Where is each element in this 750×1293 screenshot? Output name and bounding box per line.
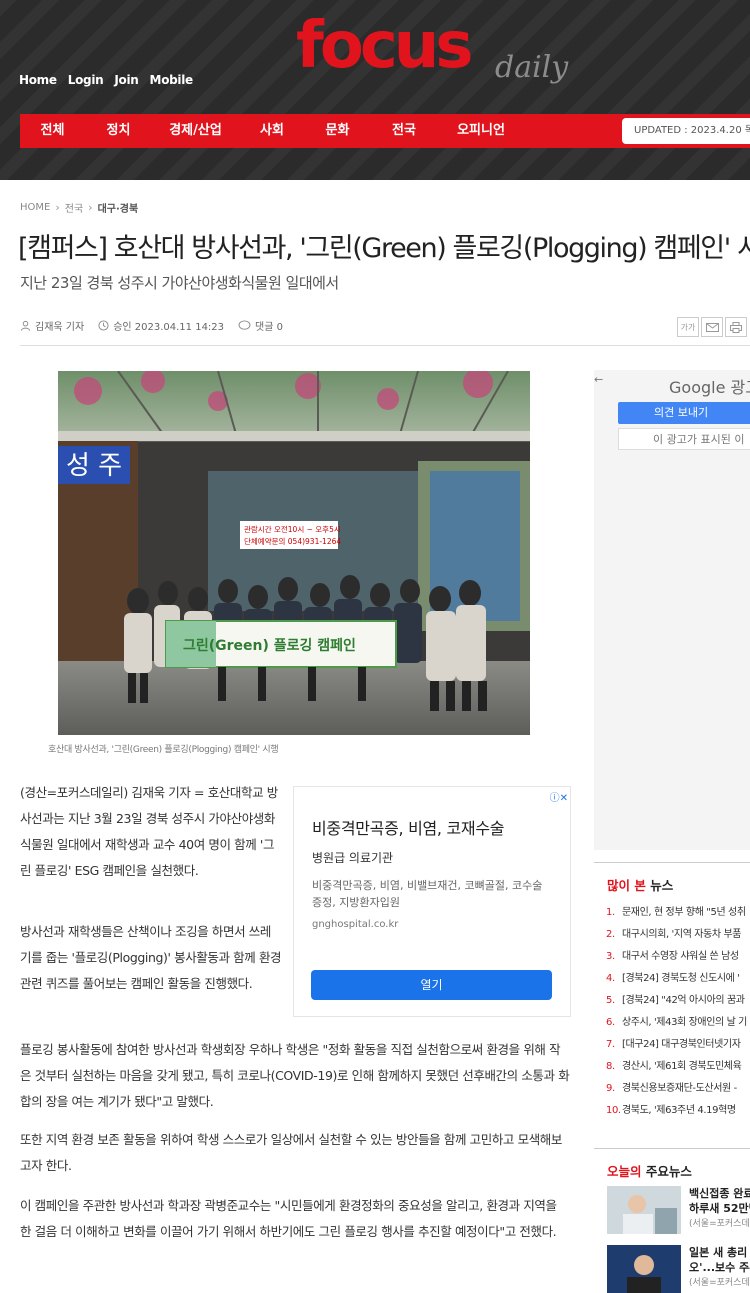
- comments-meta[interactable]: 댓글 0: [238, 318, 283, 333]
- author-name: 김재욱 기자: [35, 322, 85, 333]
- news-thumbnail[interactable]: [607, 1186, 681, 1234]
- popular-item[interactable]: 4. [경북24] 경북도청 신도시에 ': [606, 968, 750, 990]
- menu-society[interactable]: 사회: [239, 114, 305, 148]
- nav-join-link[interactable]: Join: [114, 73, 138, 87]
- font-size-button[interactable]: 가가: [677, 317, 699, 337]
- popular-item[interactable]: 7. [대구24] 대구경북인터넷기자: [606, 1034, 750, 1056]
- author-meta: 김재욱 기자: [20, 318, 84, 333]
- google-ad-brand: Google 광고: [669, 378, 750, 397]
- sign-hours: 관람시간 오전10시 ~ 오후5시: [244, 524, 341, 534]
- popular-item[interactable]: 5. [경북24] "42억 아시아의 꿈과: [606, 990, 750, 1012]
- sign-phone: 단체예약문의 054)931-1264: [244, 536, 341, 546]
- article-paragraph-3: 플로깅 봉사활동에 참여한 방사선과 학생회장 우하나 학생은 "정화 활동을 …: [20, 1042, 570, 1109]
- nav-mobile-link[interactable]: Mobile: [150, 73, 194, 87]
- inline-ad[interactable]: ⓘ✕ 비중격만곡증, 비염, 코재수술 병원급 의료기관 비중격만곡증, 비염,…: [293, 786, 571, 1017]
- article-paragraph-4: 또한 지역 환경 보존 활동을 위하여 학생 스스로가 일상에서 실천할 수 있…: [20, 1132, 563, 1173]
- meta-divider: [20, 345, 750, 346]
- clock-icon: [98, 320, 109, 331]
- google-ad-panel: ← Google 광고 의견 보내기 이 광고가 표시된 이: [594, 370, 750, 850]
- article-paragraph-5: 이 캠페인을 주관한 방사선과 학과장 곽병준교수는 "시민들에게 환경정화의 …: [20, 1198, 557, 1239]
- menu-opinion[interactable]: 오피니언: [438, 114, 524, 148]
- ad-description: 비중격만곡증, 비염, 비밸브재건, 코뼈골절, 코수술 증정, 지방환자입원: [312, 879, 543, 909]
- print-button[interactable]: [725, 317, 747, 337]
- comment-icon: [238, 320, 251, 330]
- breadcrumb-nation[interactable]: 전국: [65, 200, 83, 215]
- popular-item[interactable]: 1. 문재인, 현 정부 향해 "5년 성취: [606, 902, 750, 924]
- ad-choices-icon[interactable]: ⓘ✕: [550, 789, 568, 804]
- popular-item[interactable]: 2. 대구시의회, '지역 자동차 부품: [606, 924, 750, 946]
- article-title: [캠퍼스] 호산대 방사선과, '그린(Green) 플로깅(Plogging)…: [18, 233, 750, 264]
- ad-subheadline: 병원급 의료기관: [312, 851, 394, 865]
- today-news-item[interactable]: 백신접종 완료 하루새 52만명 (서울=포커스데: [607, 1186, 750, 1234]
- breadcrumb-home[interactable]: HOME: [20, 202, 50, 213]
- article-tools: 가가: [677, 317, 747, 337]
- site-logo[interactable]: focus daily: [296, 14, 568, 85]
- article-subtitle: 지난 23일 경북 성주시 가야산야생화식물원 일대에서: [20, 274, 339, 292]
- date-meta: 승인 2023.04.11 14:23: [98, 318, 224, 333]
- breadcrumb-current[interactable]: 대구·경북: [98, 200, 139, 215]
- today-news-item[interactable]: 일본 새 총리 오'...보수 주류 (서울=포커스데: [607, 1245, 750, 1293]
- nav-login-link[interactable]: Login: [68, 73, 104, 87]
- article-meta: 김재욱 기자 승인 2023.04.11 14:23 댓글 0: [20, 318, 283, 333]
- banner-text: 그린(Green) 플로깅 캠페인: [183, 637, 356, 654]
- popular-item[interactable]: 6. 상주시, '제43회 장애인의 날 기: [606, 1012, 750, 1034]
- ad-headline[interactable]: 비중격만곡증, 비염, 코재수술: [312, 815, 504, 839]
- popular-item[interactable]: 8. 경산시, '제61회 경북도민체육: [606, 1056, 750, 1078]
- logo-main: focus: [296, 9, 473, 83]
- popular-item[interactable]: 10.경북도, '제63주년 4.19혁명: [606, 1100, 750, 1122]
- menu-culture[interactable]: 문화: [305, 114, 370, 148]
- popular-news-panel: 많이 본 뉴스 1. 문재인, 현 정부 향해 "5년 성취 2. 대구시의회, '…: [594, 862, 750, 1129]
- menu-economy[interactable]: 경제/산업: [152, 114, 239, 148]
- ad-open-button[interactable]: 열기: [311, 970, 552, 1000]
- chevron-right-icon: ›: [55, 201, 60, 214]
- top-nav: Home Login Join Mobile: [19, 73, 193, 87]
- mail-icon: [705, 322, 719, 332]
- email-button[interactable]: [701, 317, 723, 337]
- today-news-heading: 오늘의 주요뉴스: [607, 1164, 692, 1179]
- chevron-right-icon: ›: [88, 201, 93, 214]
- menu-politics[interactable]: 정치: [85, 114, 152, 148]
- publish-date: 승인 2023.04.11 14:23: [113, 322, 225, 333]
- person-icon: [20, 320, 31, 331]
- site-header: Home Login Join Mobile focus daily 전체 정치…: [0, 0, 750, 180]
- stop-ad-button[interactable]: 이 광고가 표시된 이: [618, 428, 750, 450]
- print-icon: [730, 321, 742, 333]
- article-paragraph-2: 방사선과 재학생들은 산책이나 조깅을 하면서 쓰레기를 줍는 '플로깅(Plo…: [20, 924, 282, 991]
- svg-text:성 주: 성 주: [66, 451, 122, 481]
- photo-caption: 호산대 방사선과, '그린(Green) 플로깅(Plogging) 캠페인' …: [48, 745, 279, 755]
- menu-nation[interactable]: 전국: [370, 114, 438, 148]
- feedback-button[interactable]: 의견 보내기: [618, 402, 750, 424]
- updated-timestamp: UPDATED : 2023.4.20 목 1: [622, 118, 750, 144]
- breadcrumb: HOME › 전국 › 대구·경북: [20, 200, 138, 215]
- menu-all[interactable]: 전체: [20, 114, 85, 148]
- news-thumbnail[interactable]: [607, 1245, 681, 1293]
- article-photo[interactable]: 성 주 관람시간 오전10시 ~ 오후5시 단체예약문의 054)931-126…: [58, 371, 530, 735]
- popular-item[interactable]: 9. 경북신용보증재단-도산서원 -: [606, 1078, 750, 1100]
- popular-item[interactable]: 3. 대구서 수영장 샤워실 쓴 남성: [606, 946, 750, 968]
- logo-sub: daily: [495, 50, 569, 85]
- article-paragraph-1: (경산=포커스데일리) 김재욱 기자 = 호산대학교 방사선과는 지난 3월 2…: [20, 785, 278, 878]
- nav-home-link[interactable]: Home: [19, 73, 57, 87]
- back-arrow-icon[interactable]: ←: [594, 373, 603, 386]
- comment-count: 댓글 0: [255, 322, 283, 333]
- popular-news-heading: 많이 본 뉴스: [607, 878, 674, 893]
- ad-url[interactable]: gnghospital.co.kr: [312, 919, 398, 930]
- photo-illustration: 성 주 관람시간 오전10시 ~ 오후5시 단체예약문의 054)931-126…: [58, 371, 530, 735]
